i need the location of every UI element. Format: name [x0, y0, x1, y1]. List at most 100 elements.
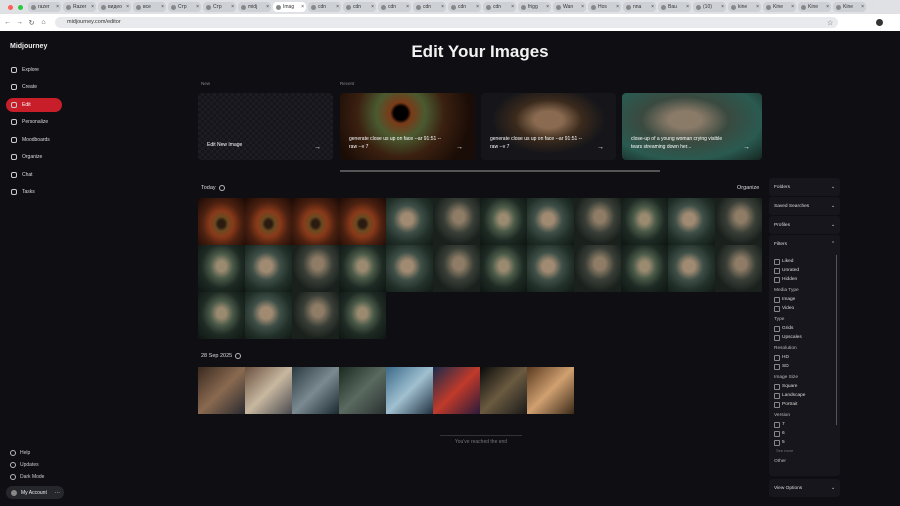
- browser-tab[interactable]: razer ×: [28, 2, 61, 12]
- sidebar-item-personalize[interactable]: Personalize: [6, 115, 62, 129]
- dark-mode-toggle[interactable]: Dark Mode: [10, 474, 44, 480]
- browser-tab[interactable]: видео ×: [98, 2, 131, 12]
- info-icon[interactable]: [218, 185, 225, 191]
- reload-icon[interactable]: ↻: [27, 19, 36, 27]
- browser-tab[interactable]: Kine ×: [833, 2, 866, 12]
- edit-new-image-card[interactable]: Edit New Image →: [198, 93, 333, 160]
- my-account-button[interactable]: My Account ···: [6, 486, 64, 499]
- image-thumbnail[interactable]: [292, 367, 339, 414]
- image-thumbnail[interactable]: [386, 367, 433, 414]
- url-input[interactable]: midjourney.com/editor: [55, 17, 838, 28]
- sidebar-help[interactable]: Help: [10, 450, 30, 456]
- image-thumbnail[interactable]: [198, 245, 245, 292]
- close-tab-icon[interactable]: ×: [266, 4, 269, 10]
- image-thumbnail[interactable]: [339, 198, 386, 245]
- browser-tab[interactable]: Razer ×: [63, 2, 96, 12]
- close-tab-icon[interactable]: ×: [91, 4, 94, 10]
- browser-tab[interactable]: (10) ×: [693, 2, 726, 12]
- sidebar-item-create[interactable]: Create: [6, 80, 62, 94]
- close-tab-icon[interactable]: ×: [616, 4, 619, 10]
- browser-tab[interactable]: Hos ×: [588, 2, 621, 12]
- image-thumbnail[interactable]: [339, 367, 386, 414]
- close-tab-icon[interactable]: ×: [546, 4, 549, 10]
- filter-checkbox-sd[interactable]: SD: [774, 362, 840, 371]
- close-tab-icon[interactable]: ×: [231, 4, 234, 10]
- image-thumbnail[interactable]: [527, 198, 574, 245]
- recent-card[interactable]: close-up of a young woman crying visible…: [622, 93, 762, 160]
- image-thumbnail[interactable]: [292, 245, 339, 292]
- filter-checkbox-landscape[interactable]: Landscape: [774, 391, 840, 400]
- image-thumbnail[interactable]: [198, 292, 245, 339]
- image-thumbnail[interactable]: [574, 245, 621, 292]
- filter-checkbox-grids[interactable]: Grids: [774, 324, 840, 333]
- close-tab-icon[interactable]: ×: [301, 4, 304, 10]
- filter-checkbox-6[interactable]: 6: [774, 429, 840, 438]
- browser-tab[interactable]: cdn ×: [343, 2, 376, 12]
- image-thumbnail[interactable]: [574, 198, 621, 245]
- close-tab-icon[interactable]: ×: [511, 4, 514, 10]
- profiles-panel[interactable]: Profiles ⌄: [769, 216, 840, 234]
- sidebar-item-moodboards[interactable]: Moodboards: [6, 133, 62, 147]
- image-thumbnail[interactable]: [245, 292, 292, 339]
- sidebar-item-organize[interactable]: Organize: [6, 150, 62, 164]
- close-tab-icon[interactable]: ×: [791, 4, 794, 10]
- image-thumbnail[interactable]: [715, 245, 762, 292]
- image-thumbnail[interactable]: [668, 198, 715, 245]
- image-thumbnail[interactable]: [292, 292, 339, 339]
- browser-tab[interactable]: frigg ×: [518, 2, 551, 12]
- browser-tab[interactable]: Bau ×: [658, 2, 691, 12]
- filter-checkbox-hidden[interactable]: Hidden: [774, 275, 840, 284]
- close-tab-icon[interactable]: ×: [826, 4, 829, 10]
- close-tab-icon[interactable]: ×: [126, 4, 129, 10]
- close-tab-icon[interactable]: ×: [581, 4, 584, 10]
- filter-checkbox-5[interactable]: 5: [774, 438, 840, 447]
- image-thumbnail[interactable]: [339, 245, 386, 292]
- close-tab-icon[interactable]: ×: [651, 4, 654, 10]
- browser-tab[interactable]: Imag ×: [273, 2, 306, 12]
- browser-tab[interactable]: cdn ×: [448, 2, 481, 12]
- maximize-window-icon[interactable]: [18, 5, 23, 10]
- back-icon[interactable]: ←: [3, 19, 12, 26]
- image-thumbnail[interactable]: [527, 245, 574, 292]
- info-icon[interactable]: [235, 353, 242, 359]
- image-thumbnail[interactable]: [245, 245, 292, 292]
- image-thumbnail[interactable]: [386, 198, 433, 245]
- browser-tab[interactable]: Стр ×: [203, 2, 236, 12]
- browser-tab[interactable]: Wan ×: [553, 2, 586, 12]
- image-thumbnail[interactable]: [715, 198, 762, 245]
- image-thumbnail[interactable]: [339, 292, 386, 339]
- filter-checkbox-7[interactable]: 7: [774, 420, 840, 429]
- image-thumbnail[interactable]: [198, 367, 245, 414]
- new-tab-icon[interactable]: +: [871, 4, 875, 11]
- close-tab-icon[interactable]: ×: [476, 4, 479, 10]
- close-tab-icon[interactable]: ×: [441, 4, 444, 10]
- browser-tab[interactable]: Kine ×: [763, 2, 796, 12]
- close-tab-icon[interactable]: ×: [861, 4, 864, 10]
- close-tab-icon[interactable]: ×: [371, 4, 374, 10]
- close-tab-icon[interactable]: ×: [196, 4, 199, 10]
- browser-tab[interactable]: Kine ×: [798, 2, 831, 12]
- image-thumbnail[interactable]: [621, 198, 668, 245]
- image-thumbnail[interactable]: [480, 245, 527, 292]
- recent-scrollbar[interactable]: [340, 170, 660, 172]
- image-thumbnail[interactable]: [245, 367, 292, 414]
- sidebar-item-edit[interactable]: Edit: [6, 98, 62, 112]
- close-tab-icon[interactable]: ×: [756, 4, 759, 10]
- image-thumbnail[interactable]: [433, 198, 480, 245]
- close-tab-icon[interactable]: ×: [56, 4, 59, 10]
- image-thumbnail[interactable]: [527, 367, 574, 414]
- close-tab-icon[interactable]: ×: [406, 4, 409, 10]
- filter-checkbox-video[interactable]: Video: [774, 304, 840, 313]
- image-thumbnail[interactable]: [433, 245, 480, 292]
- browser-tab[interactable]: cdn ×: [413, 2, 446, 12]
- folders-panel[interactable]: Folders ⌄: [769, 178, 840, 196]
- profile-avatar[interactable]: [876, 19, 883, 26]
- saved-searches-panel[interactable]: Saved Searches ⌄: [769, 197, 840, 215]
- brand-logo[interactable]: Midjourney: [10, 43, 47, 50]
- browser-tab[interactable]: midj ×: [238, 2, 271, 12]
- image-thumbnail[interactable]: [292, 198, 339, 245]
- filter-checkbox-hd[interactable]: HD: [774, 353, 840, 362]
- filter-checkbox-liked[interactable]: Liked: [774, 257, 840, 266]
- organize-button[interactable]: Organize: [737, 185, 759, 191]
- view-options-panel[interactable]: View Options ⌄: [769, 479, 840, 497]
